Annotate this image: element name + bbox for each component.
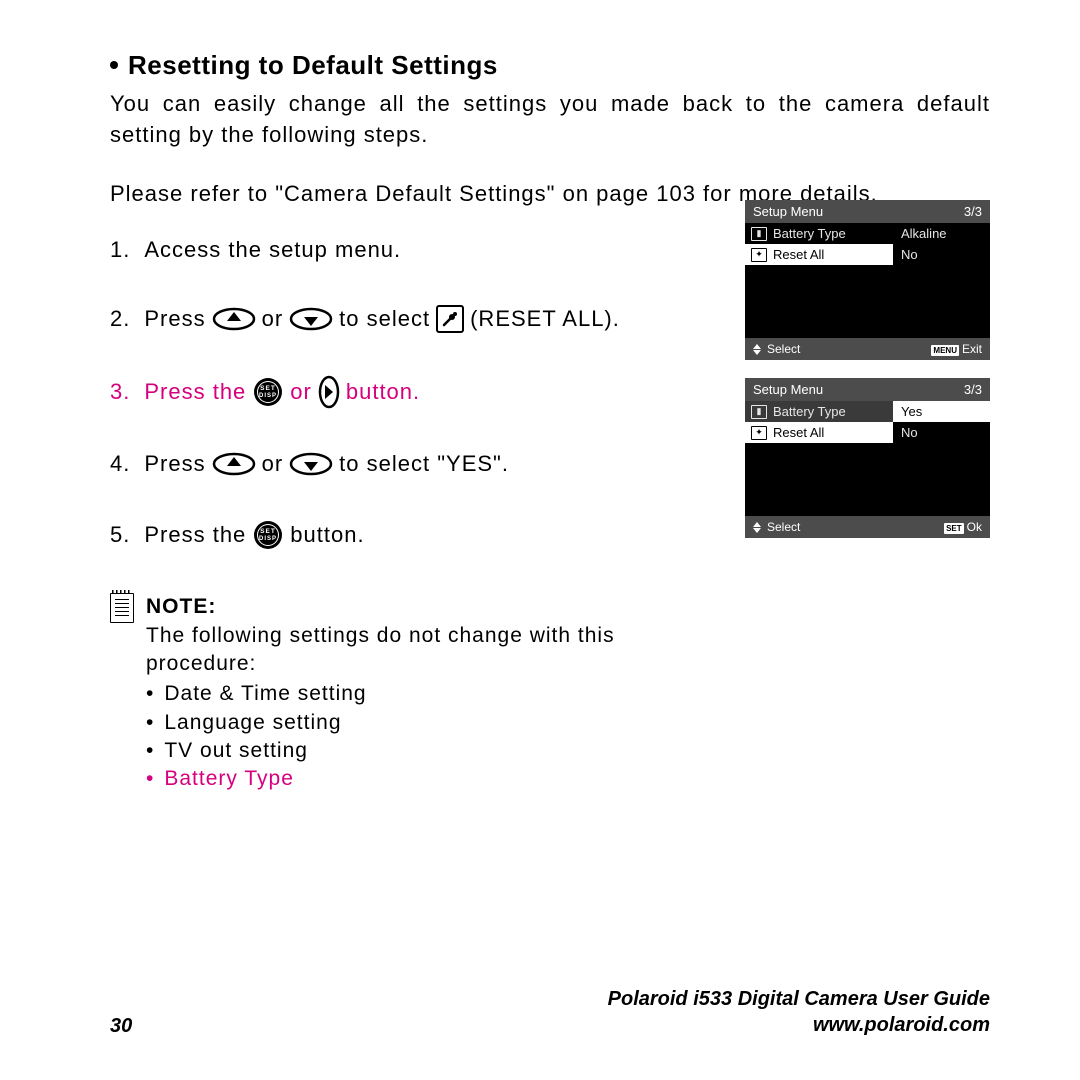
step-4: 4. Press or to select "YES". (110, 451, 710, 477)
step-text: Press the (144, 379, 246, 405)
note-block: NOTE: The following settings do not chan… (110, 593, 710, 793)
step-number: 4. (110, 451, 130, 477)
up-button-icon (212, 452, 256, 476)
step-number: 2. (110, 306, 130, 332)
page-number: 30 (110, 1015, 132, 1038)
note-item: Language setting (146, 709, 710, 737)
down-button-icon (289, 307, 333, 331)
battery-icon: ▮ (751, 227, 767, 241)
up-button-icon (212, 307, 256, 331)
menu-item-value: Yes (893, 401, 990, 422)
heading-text: Resetting to Default Settings (128, 50, 498, 80)
menu-item-label: Reset All (773, 247, 824, 262)
down-button-icon (289, 452, 333, 476)
updown-icon (753, 522, 761, 533)
bullet-icon (110, 61, 118, 69)
menu-item-label: Battery Type (773, 404, 846, 419)
camera-screenshots: Setup Menu 3/3 ▮ Battery Type Alkaline ✦ R… (745, 200, 990, 556)
step-number: 5. (110, 522, 130, 548)
note-label: NOTE: (146, 593, 710, 621)
svg-text:DISP: DISP (259, 536, 277, 542)
step-5: 5. Press the SETDISP button. (110, 519, 710, 551)
footer-ok: Ok (967, 520, 982, 534)
intro-paragraph: You can easily change all the settings y… (110, 89, 990, 151)
step-text: (RESET ALL). (470, 306, 620, 332)
step-text: button. (346, 379, 420, 405)
updown-icon (753, 344, 761, 355)
screen-title: Setup Menu (753, 382, 823, 397)
step-text: to select (339, 306, 430, 332)
menu-item-value: No (893, 422, 990, 443)
reset-icon: ✦ (751, 426, 767, 440)
footer-exit: Exit (962, 342, 982, 356)
screen-title: Setup Menu (753, 204, 823, 219)
menu-item-value: No (893, 244, 990, 265)
screenshot-2: Setup Menu 3/3 ▮ Battery Type Yes ✦ Reset … (745, 378, 990, 538)
set-disp-button-icon: SETDISP (252, 519, 284, 551)
step-1: 1. Access the setup menu. (110, 237, 710, 263)
step-text: Access the setup menu. (144, 237, 401, 263)
menu-item-label: Reset All (773, 425, 824, 440)
step-text: or (290, 379, 312, 405)
guide-url: www.polaroid.com (608, 1012, 990, 1038)
step-text: Press (144, 306, 205, 332)
menu-item-value: Alkaline (893, 223, 990, 244)
step-text: Press (144, 451, 205, 477)
steps-list: 1. Access the setup menu. 2. Press or to… (110, 237, 710, 551)
guide-title: Polaroid i533 Digital Camera User Guide (608, 986, 990, 1012)
note-list: Date & Time setting Language setting TV … (146, 680, 710, 793)
set-disp-button-icon: SETDISP (252, 376, 284, 408)
set-badge: SET (944, 523, 964, 534)
footer-select: Select (767, 342, 800, 356)
step-3: 3. Press the SETDISP or button. (110, 375, 710, 409)
note-item: TV out setting (146, 737, 710, 765)
step-text: or (262, 306, 284, 332)
menu-badge: MENU (931, 345, 959, 356)
step-text: Press the (144, 522, 246, 548)
page-title: Resetting to Default Settings (110, 50, 990, 81)
footer-select: Select (767, 520, 800, 534)
screen-page: 3/3 (964, 382, 982, 397)
step-2: 2. Press or to select (RESET ALL). (110, 305, 710, 333)
reset-tool-icon (436, 305, 464, 333)
step-number: 3. (110, 379, 130, 405)
note-item: Battery Type (146, 765, 710, 793)
svg-text:SET: SET (260, 528, 276, 535)
page-footer: 30 Polaroid i533 Digital Camera User Gui… (110, 986, 990, 1038)
screenshot-1: Setup Menu 3/3 ▮ Battery Type Alkaline ✦ R… (745, 200, 990, 360)
step-number: 1. (110, 237, 130, 263)
note-item: Date & Time setting (146, 680, 710, 708)
svg-text:DISP: DISP (259, 393, 277, 399)
menu-item-label: Battery Type (773, 226, 846, 241)
step-text: button. (290, 522, 364, 548)
step-text: to select "YES". (339, 451, 509, 477)
step-text: or (262, 451, 284, 477)
svg-text:SET: SET (260, 385, 276, 392)
battery-icon: ▮ (751, 405, 767, 419)
screen-page: 3/3 (964, 204, 982, 219)
reset-icon: ✦ (751, 248, 767, 262)
note-icon (110, 593, 134, 623)
right-button-icon (318, 375, 340, 409)
note-text: The following settings do not change wit… (146, 622, 710, 679)
